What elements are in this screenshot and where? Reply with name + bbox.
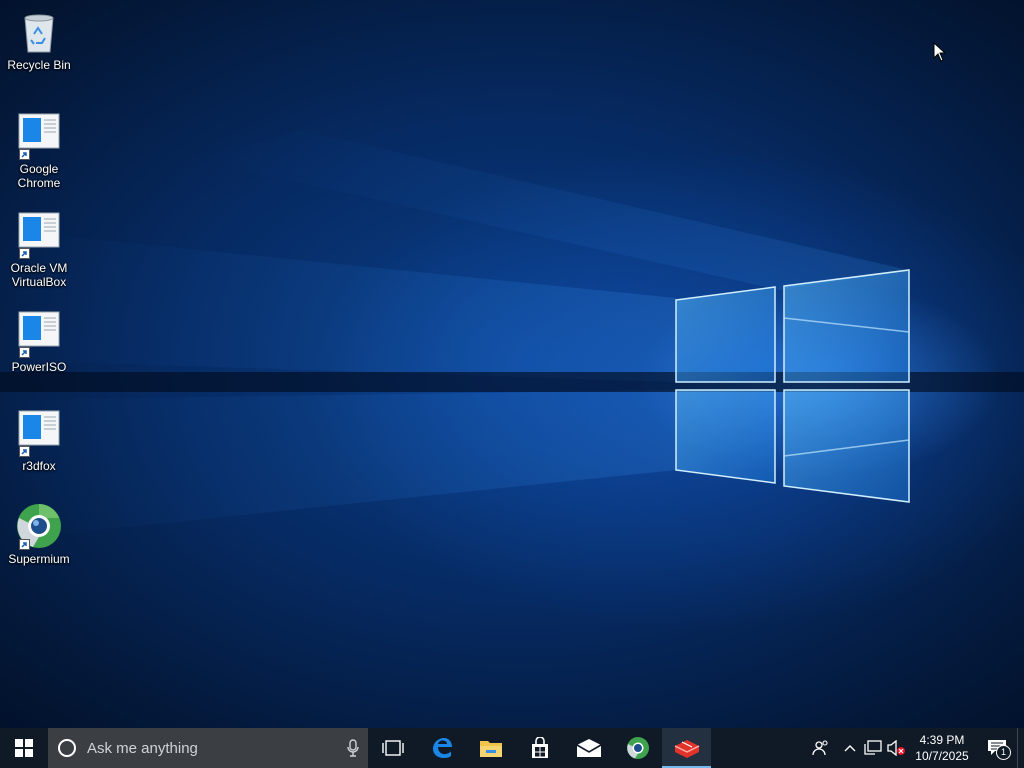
people-button[interactable] [803,728,839,768]
desktop-icon-label: r3dfox [22,459,56,473]
clock-time: 4:39 PM [919,733,965,747]
taskbar-supermium-button[interactable] [613,728,662,768]
clock-date: 10/7/2025 [915,749,969,763]
generic-app-icon [15,211,63,259]
generic-app-icon [15,409,63,457]
show-desktop-button[interactable] [1017,728,1024,768]
microphone-icon[interactable] [338,739,368,757]
shortcut-arrow-icon [19,248,30,259]
show-hidden-icons-button[interactable] [839,728,861,768]
network-button[interactable] [861,728,885,768]
supermium-icon [626,737,649,759]
start-button[interactable] [0,728,48,768]
desktop-wallpaper: Recycle Bin Google Chrome Oracle VM Virt… [0,0,1024,728]
network-icon [864,740,882,755]
task-view-icon [381,740,404,756]
edge-icon [432,738,452,758]
mouse-cursor-icon [933,41,947,67]
task-view-button[interactable] [368,728,417,768]
desktop-icon-google-chrome[interactable]: Google Chrome [0,112,78,190]
taskbar-mail-button[interactable] [564,728,613,768]
search-placeholder: Ask me anything [87,739,198,757]
taskbar-store-button[interactable] [515,728,564,768]
desktop-icon-recycle-bin[interactable]: Recycle Bin [0,8,78,72]
shortcut-arrow-icon [19,539,30,550]
supermium-icon [15,502,63,550]
app-icon [674,740,699,758]
cortana-icon [58,739,76,757]
desktop-icon-poweriso[interactable]: PowerISO [0,310,78,374]
action-center-button[interactable]: 1 [977,728,1017,768]
volume-button[interactable] [885,728,907,768]
desktop-icon-label: Google Chrome [17,162,61,190]
clock[interactable]: 4:39 PM 10/7/2025 [907,728,977,768]
shortcut-arrow-icon [19,446,30,457]
shortcut-arrow-icon [19,149,30,160]
generic-app-icon [15,112,63,160]
desktop-icon-label: Recycle Bin [7,58,71,72]
mail-icon [576,739,601,757]
taskbar: Ask me anything 4:39 PM 10/7/2025 1 [0,728,1024,768]
taskbar-file-explorer-button[interactable] [466,728,515,768]
windows-logo-wallpaper [0,130,1024,540]
taskbar-running-app-button[interactable] [662,728,711,768]
store-icon [531,737,548,758]
search-box[interactable]: Ask me anything [48,728,368,768]
file-explorer-icon [479,741,502,757]
desktop-icon-label: PowerISO [11,360,67,374]
windows-logo-icon [15,739,33,757]
people-icon [812,740,828,756]
desktop-icon-supermium[interactable]: Supermium [0,502,78,566]
system-tray: 4:39 PM 10/7/2025 1 [803,728,1024,768]
desktop-icon-label: Supermium [8,552,70,566]
desktop-icon-r3dfox[interactable]: r3dfox [0,409,78,473]
chevron-up-icon [844,745,856,752]
taskbar-edge-button[interactable] [417,728,466,768]
shortcut-arrow-icon [19,347,30,358]
notification-count-badge: 1 [996,745,1011,760]
volume-muted-icon [887,740,905,756]
recycle-bin-icon [15,8,63,56]
generic-app-icon [15,310,63,358]
desktop-icon-oracle-vm-virtualbox[interactable]: Oracle VM VirtualBox [0,211,78,289]
desktop-icon-label: Oracle VM VirtualBox [10,261,68,289]
